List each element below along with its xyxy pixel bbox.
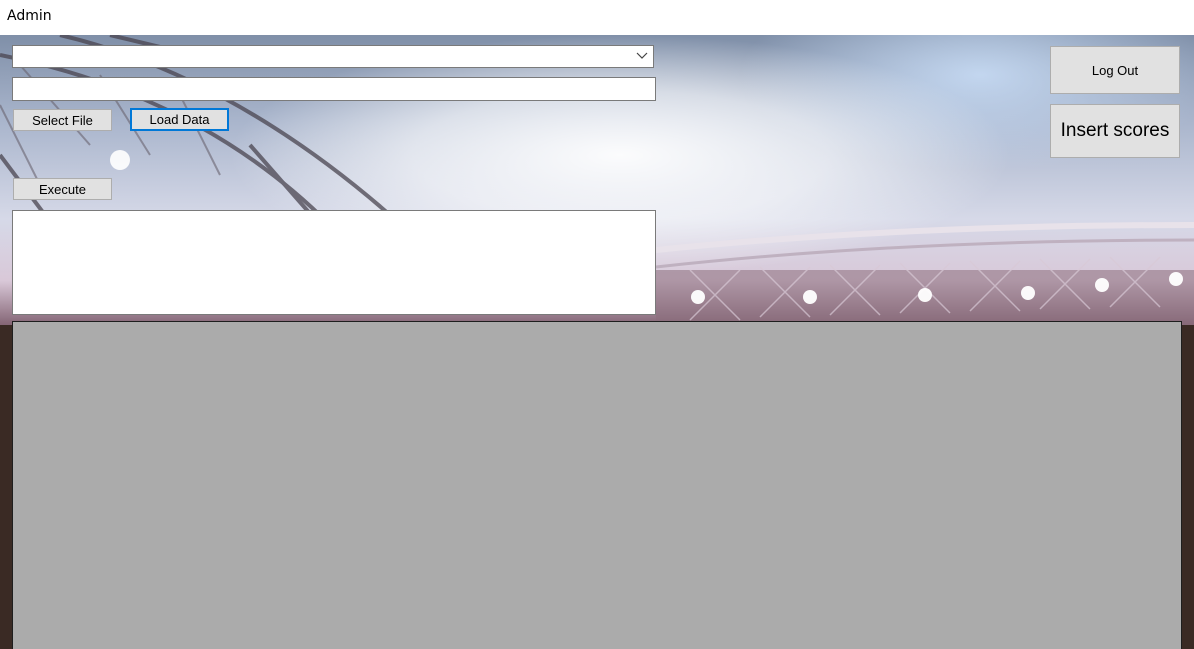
log-out-button[interactable]: Log Out [1050,46,1180,94]
select-file-button[interactable]: Select File [13,109,112,131]
chevron-down-icon[interactable] [635,48,649,64]
data-grid[interactable] [12,321,1182,649]
stadium-background: Select File Load Data Execute Log Out In… [0,35,1194,649]
execute-button[interactable]: Execute [13,178,112,200]
insert-scores-button[interactable]: Insert scores [1050,104,1180,158]
load-data-button[interactable]: Load Data [130,108,229,131]
file-path-input[interactable] [12,77,656,101]
query-output-textbox[interactable] [12,210,656,315]
window-title: Admin [7,8,52,24]
title-bar: Admin [0,0,1194,35]
table-select-dropdown[interactable] [12,45,654,68]
